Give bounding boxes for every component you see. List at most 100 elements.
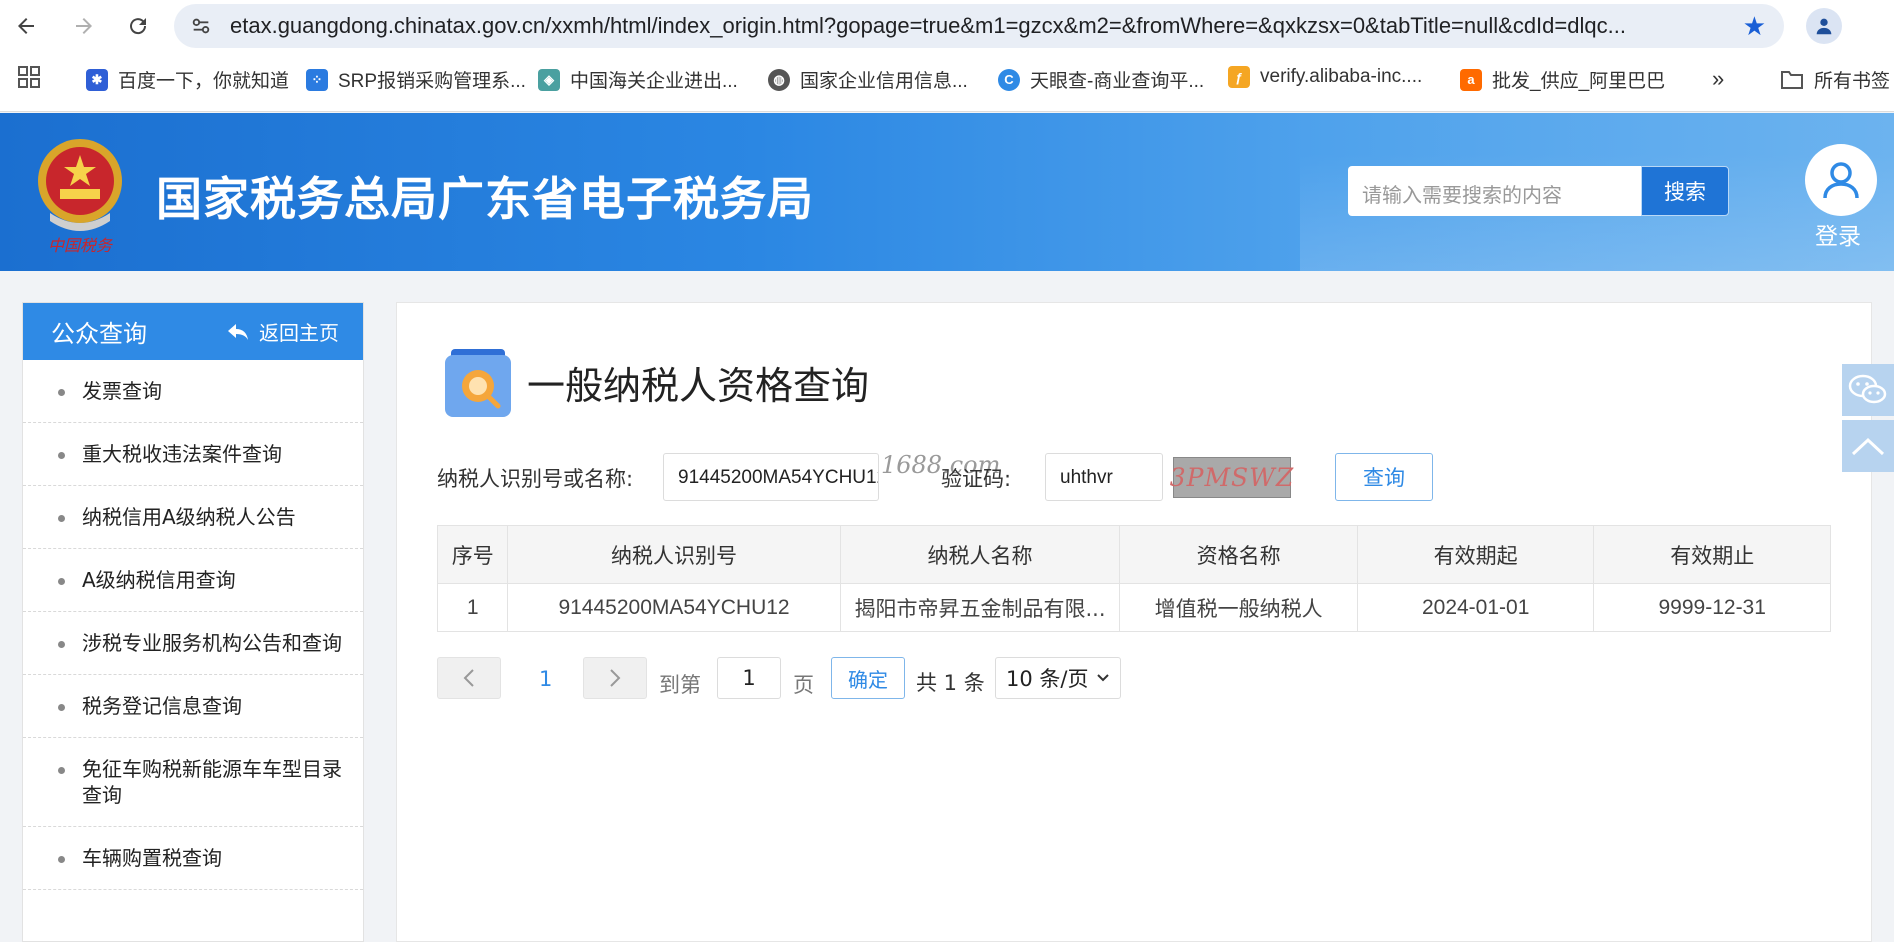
tianyancha-logo-icon: C xyxy=(998,68,1020,91)
return-home-link[interactable]: 返回主页 xyxy=(227,317,339,346)
all-bookmarks-label: 所有书签 xyxy=(1814,71,1891,92)
captcha-image[interactable]: 3PMSWZ xyxy=(1170,457,1293,498)
all-bookmarks-button[interactable]: 所有书签 xyxy=(1780,66,1890,93)
alibaba-logo-icon: ƒ xyxy=(1228,66,1250,88)
query-search-icon xyxy=(445,349,511,417)
reload-button[interactable] xyxy=(118,6,158,46)
site-title: 国家税务总局广东省电子税务局 xyxy=(156,172,814,226)
col-header-qualification: 资格名称 xyxy=(1119,525,1358,584)
cell-taxpayer-name: 揭阳市帝昇五金制品有限... xyxy=(839,583,1121,632)
bookmark-label: SRP报销采购管理系... xyxy=(338,71,526,92)
globe-icon: ◍ xyxy=(768,68,790,91)
arrow-left-icon xyxy=(18,18,34,34)
bookmarks-bar: ✱ 百度一下，你就知道 ⁘ SRP报销采购管理系... ◈ 中国海关企业进出..… xyxy=(0,52,1894,112)
person-icon xyxy=(1816,18,1832,35)
bookmark-label: 天眼查-商业查询平... xyxy=(1030,71,1205,92)
back-to-top-button[interactable] xyxy=(1842,420,1894,472)
folder-icon xyxy=(1781,70,1803,89)
sidebar-title: 公众查询 xyxy=(51,320,147,348)
sidebar-item-vehicle-purchase-tax-query[interactable]: 车辆购置税查询 xyxy=(23,827,363,890)
taxpayer-id-input[interactable]: 91445200MA54YCHU12 xyxy=(663,453,879,501)
bookmark-tianyancha[interactable]: C 天眼查-商业查询平... xyxy=(998,66,1204,93)
sidebar-item-new-energy-vehicle-catalog[interactable]: 免征车购税新能源车车型目录查询 xyxy=(23,738,363,827)
apps-grid-icon[interactable] xyxy=(18,66,40,88)
1688-logo-icon: a xyxy=(1460,68,1482,91)
sidebar-item-invoice-query[interactable]: 发票查询 xyxy=(23,360,363,423)
cell-index: 1 xyxy=(436,583,509,632)
sidebar-item-a-grade-announcement[interactable]: 纳税信用A级纳税人公告 xyxy=(23,486,363,549)
goto-confirm-button[interactable]: 确定 xyxy=(831,657,905,699)
page-unit-label: 页 xyxy=(793,673,814,697)
return-arrow-icon xyxy=(228,323,248,340)
user-icon xyxy=(1823,162,1859,199)
cell-valid-to: 9999-12-31 xyxy=(1593,583,1831,632)
baidu-paw-icon: ✱ xyxy=(86,68,108,91)
cell-qualification: 增值税一般纳税人 xyxy=(1119,583,1358,632)
page-size-select[interactable]: 10 条/页 xyxy=(995,657,1121,699)
page-title: 一般纳税人资格查询 xyxy=(527,364,870,408)
prev-page-button[interactable] xyxy=(437,657,501,699)
next-page-button[interactable] xyxy=(583,657,647,699)
query-button[interactable]: 查询 xyxy=(1335,453,1433,501)
bookmark-baidu[interactable]: ✱ 百度一下，你就知道 xyxy=(86,66,289,93)
col-header-taxpayer-id: 纳税人识别号 xyxy=(507,525,841,584)
srp-logo-icon: ⁘ xyxy=(306,68,328,91)
bookmark-label: 批发_供应_阿里巴巴 xyxy=(1492,71,1666,92)
bookmark-credit[interactable]: ◍ 国家企业信用信息... xyxy=(768,66,968,93)
bookmark-customs[interactable]: ◈ 中国海关企业进出... xyxy=(538,66,738,93)
bookmark-label: 百度一下，你就知道 xyxy=(118,71,290,92)
sidebar-item-tax-service-agency[interactable]: 涉税专业服务机构公告和查询 xyxy=(23,612,363,675)
arrow-right-icon xyxy=(76,18,92,34)
bookmark-alibaba-verify[interactable]: ƒ verify.alibaba-inc.... xyxy=(1228,66,1422,88)
result-table: 序号 纳税人识别号 纳税人名称 资格名称 有效期起 有效期止 1 9144520… xyxy=(436,525,1831,632)
sidebar-item-major-violation-query[interactable]: 重大税收违法案件查询 xyxy=(23,423,363,486)
col-header-valid-to: 有效期止 xyxy=(1593,525,1831,584)
page-number-current[interactable]: 1 xyxy=(539,667,552,691)
bookmark-srp[interactable]: ⁘ SRP报销采购管理系... xyxy=(306,66,526,93)
col-header-taxpayer-name: 纳税人名称 xyxy=(839,525,1121,584)
total-count: 共 1 条 xyxy=(916,671,985,695)
goto-page-label: 到第 xyxy=(659,673,701,697)
col-header-valid-from: 有效期起 xyxy=(1356,525,1595,584)
col-header-index: 序号 xyxy=(436,525,509,584)
bookmarks-more-button[interactable]: » xyxy=(1712,66,1724,92)
page-size-value: 10 条/页 xyxy=(1006,667,1089,691)
table-row[interactable]: 1 91445200MA54YCHU12 揭阳市帝昇五金制品有限... 增值税一… xyxy=(436,583,1831,632)
main-panel: 一般纳税人资格查询 纳税人识别号或名称: 91445200MA54YCHU12 … xyxy=(396,302,1872,942)
cell-valid-from: 2024-01-01 xyxy=(1356,583,1595,632)
forward-button[interactable] xyxy=(64,6,104,46)
chevron-left-icon xyxy=(463,669,474,687)
profile-avatar[interactable] xyxy=(1806,8,1842,44)
site-info-icon[interactable] xyxy=(184,9,218,43)
emblem-caption: 中国税务 xyxy=(48,236,114,255)
back-button[interactable] xyxy=(6,6,46,46)
sidebar-item-a-grade-credit-query[interactable]: A级纳税信用查询 xyxy=(23,549,363,612)
chevron-down-icon xyxy=(1097,674,1109,682)
captcha-input[interactable]: uhthvr xyxy=(1045,453,1163,501)
site-search-button[interactable]: 搜索 xyxy=(1641,166,1729,216)
url-text[interactable]: etax.guangdong.chinatax.gov.cn/xxmh/html… xyxy=(230,13,1720,39)
goto-page-input[interactable]: 1 xyxy=(717,657,781,699)
captcha-label: 验证码: xyxy=(941,467,1012,491)
chevron-right-icon xyxy=(610,669,621,687)
bookmark-label: verify.alibaba-inc.... xyxy=(1260,66,1423,87)
wechat-float-button[interactable] xyxy=(1842,364,1894,416)
customs-shield-icon: ◈ xyxy=(538,68,560,91)
table-header-row: 序号 纳税人识别号 纳税人名称 资格名称 有效期起 有效期止 xyxy=(436,525,1831,584)
return-home-label: 返回主页 xyxy=(259,321,339,345)
bookmark-label: 中国海关企业进出... xyxy=(570,71,738,92)
sidebar-item-tax-registration-query[interactable]: 税务登记信息查询 xyxy=(23,675,363,738)
sidebar: 公众查询 返回主页 发票查询 重大税收违法案件查询 纳税信用A级纳税人公告 A级… xyxy=(22,302,364,942)
taxpayer-id-label: 纳税人识别号或名称: xyxy=(437,467,634,491)
address-bar[interactable]: etax.guangdong.chinatax.gov.cn/xxmh/html… xyxy=(174,4,1784,48)
site-search-input[interactable]: 请输入需要搜索的内容 xyxy=(1348,166,1642,216)
bookmark-1688[interactable]: a 批发_供应_阿里巴巴 xyxy=(1460,66,1665,93)
browser-toolbar: etax.guangdong.chinatax.gov.cn/xxmh/html… xyxy=(0,0,1894,52)
national-emblem-icon[interactable]: 中国税务 xyxy=(30,133,130,255)
login-avatar[interactable] xyxy=(1805,144,1877,216)
login-link[interactable]: 登录 xyxy=(1815,217,1861,251)
wechat-icon xyxy=(1848,374,1887,404)
bookmark-star-icon[interactable]: ★ xyxy=(1743,12,1766,42)
chevron-up-icon xyxy=(1851,437,1885,456)
reload-icon xyxy=(130,18,147,35)
